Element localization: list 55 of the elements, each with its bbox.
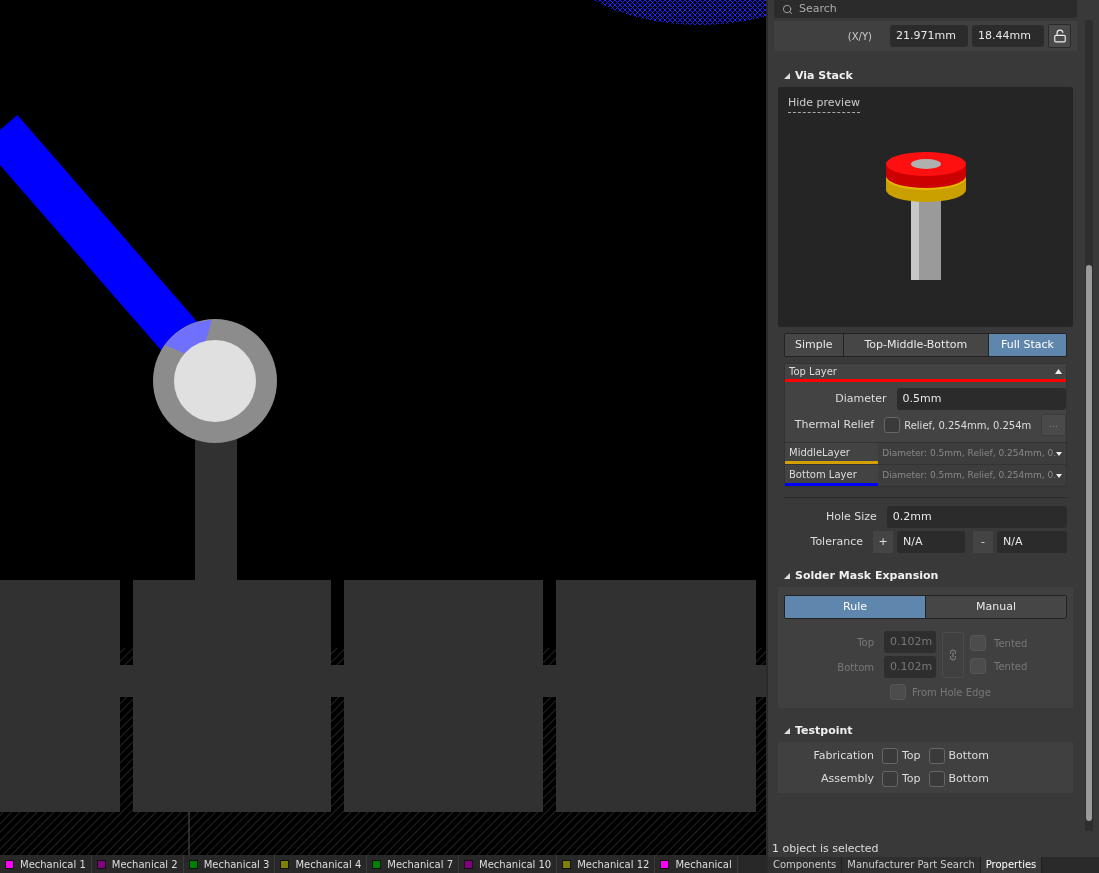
diameter-label: Diameter (834, 390, 887, 407)
diameter-field[interactable]: 0.5mm (896, 388, 1066, 410)
status-text: 1 object is selected (771, 841, 880, 857)
layer-tab[interactable]: Mechanical 3 (183, 855, 276, 873)
thermal-relief-value: Relief, 0.254mm, 0.254m (904, 418, 1032, 433)
panel-tab[interactable]: Manufacturer Part Search (842, 857, 981, 873)
hole-size-label: Hole Size (824, 508, 877, 525)
tolerance-label: Tolerance (809, 533, 863, 550)
layer-tab[interactable]: Mechanical 10 (459, 855, 558, 873)
plus-sign: + (873, 531, 893, 553)
layer-tab[interactable]: Mechanical 2 (91, 855, 184, 873)
dropdown-caret-icon (1056, 473, 1062, 478)
lock-button[interactable] (1048, 24, 1071, 48)
testpoint-option-label: Top (902, 748, 921, 764)
checkbox[interactable] (928, 748, 945, 765)
chain-link-icon (947, 648, 959, 661)
layer-tab[interactable]: Mechanical 7 (367, 855, 460, 873)
location-label: (X/Y) (847, 29, 872, 44)
section-title[interactable]: Via Stack (795, 67, 853, 85)
tolerance-plus-field[interactable]: N/A (897, 531, 965, 553)
minus-sign: - (973, 531, 993, 553)
tolerance-minus-field[interactable]: N/A (997, 531, 1067, 553)
layer-tab[interactable]: Mechanical (655, 855, 738, 873)
dropdown-caret-icon (1056, 451, 1062, 456)
layer-tab[interactable]: Mechanical 12 (557, 855, 656, 873)
mode-tab[interactable]: Full Stack (988, 334, 1066, 356)
thermal-relief-label: Thermal Relief (793, 416, 875, 433)
testpoint-label: Fabrication (812, 748, 874, 764)
checkbox[interactable] (884, 417, 901, 433)
x-field[interactable]: 21.971mm (890, 25, 968, 47)
collapse-triangle-icon[interactable] (784, 728, 790, 734)
checkbox[interactable] (882, 770, 898, 787)
section-title[interactable]: Testpoint (795, 722, 853, 740)
search-field[interactable]: Search (774, 0, 1077, 18)
unlocked-lock-icon (1052, 29, 1067, 43)
testpoint-option-label: Bottom (948, 748, 989, 764)
top-layer-header[interactable]: Top Layer (785, 364, 1066, 382)
panel-tab[interactable]: Properties (980, 857, 1043, 873)
checkbox[interactable] (928, 770, 945, 787)
testpoint-label: Assembly (819, 770, 874, 787)
checkbox[interactable] (882, 748, 898, 765)
scrollbar-thumb[interactable] (1086, 265, 1092, 821)
y-field[interactable]: 18.44mm (972, 25, 1044, 47)
expand-arrow-icon[interactable] (1055, 369, 1062, 374)
panel-tab[interactable]: Components (768, 857, 843, 873)
mode-tab[interactable]: Top-Middle-Bottom (842, 334, 988, 356)
hole-size-field[interactable]: 0.2mm (886, 506, 1067, 528)
testpoint-option-label: Top (902, 770, 921, 787)
layer-tab[interactable]: Mechanical 4 (275, 855, 368, 873)
search-icon (782, 3, 793, 15)
collapse-triangle-icon[interactable] (784, 73, 790, 79)
mode-tab[interactable]: Simple (785, 334, 843, 356)
hide-preview-link[interactable]: Hide preview (788, 95, 860, 113)
layer-tab[interactable]: Mechanical 1 (0, 855, 92, 873)
testpoint-option-label: Bottom (948, 770, 989, 787)
